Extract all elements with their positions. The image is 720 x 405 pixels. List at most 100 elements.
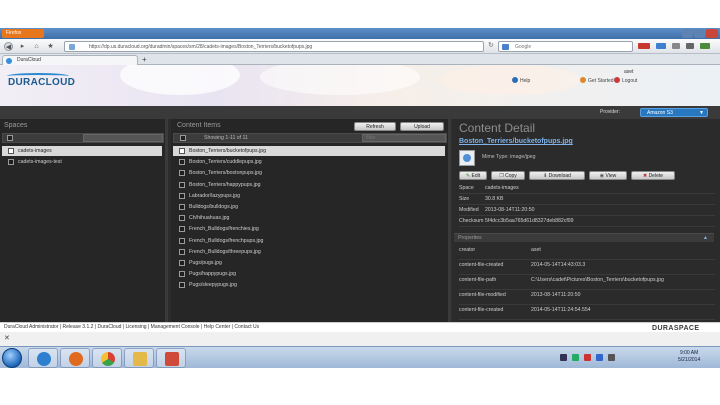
space-item[interactable]: cadets-images-test bbox=[2, 157, 162, 167]
properties-header[interactable]: Properties ▲ bbox=[454, 233, 714, 242]
image-file-icon bbox=[459, 150, 475, 166]
content-item[interactable]: Pugs/happypugs.jpg bbox=[173, 269, 445, 279]
tab-duracloud[interactable]: DuraCloud bbox=[2, 55, 138, 65]
properties-list: creator aset content-file-created 2014-05-1… bbox=[454, 246, 720, 322]
content-items-title: Content Items bbox=[177, 122, 221, 129]
provider-select[interactable]: Amazon S3 ▼ bbox=[640, 108, 708, 117]
clock-time: 9:00 AM bbox=[679, 350, 699, 356]
content-item[interactable]: Pugs/sleepypugs.jpg bbox=[173, 280, 445, 290]
close-addon-bar-icon[interactable]: ✕ bbox=[4, 334, 10, 342]
content-item-checkbox[interactable] bbox=[179, 181, 185, 188]
space-item-checkbox[interactable] bbox=[8, 148, 14, 154]
bookmark-icon[interactable]: ★ bbox=[46, 42, 55, 51]
app-icon bbox=[165, 352, 179, 366]
property-row-label: content-file-created bbox=[459, 262, 504, 268]
help-link[interactable]: Help bbox=[520, 78, 530, 84]
upload-button[interactable]: Upload bbox=[400, 122, 444, 131]
reload-icon[interactable]: ↻ bbox=[488, 41, 494, 49]
content-item[interactable]: Boston_Terriers/bucketofpups.jpg bbox=[173, 146, 445, 156]
content-item-checkbox[interactable] bbox=[179, 159, 185, 166]
content-item-checkbox[interactable] bbox=[179, 148, 185, 154]
forward-icon[interactable]: ▸ bbox=[18, 42, 27, 51]
volume-icon[interactable] bbox=[608, 354, 615, 361]
maximize-icon[interactable] bbox=[694, 29, 705, 38]
minimize-icon[interactable] bbox=[682, 29, 693, 38]
content-item[interactable]: Pugs/pugs.jpg bbox=[173, 258, 445, 268]
content-item-checkbox[interactable] bbox=[179, 260, 185, 266]
content-item[interactable]: Boston_Terriers/happypups.jpg bbox=[173, 180, 445, 190]
home-page-icon[interactable] bbox=[686, 43, 694, 49]
download-button[interactable]: ⬇ Download bbox=[529, 171, 585, 180]
content-item-checkbox[interactable] bbox=[179, 248, 185, 255]
copy-button[interactable]: ❐ Copy bbox=[491, 171, 525, 180]
close-window-icon[interactable] bbox=[706, 29, 718, 38]
detail-field-value: 5f4dcc3b5aa765d61d8327deb882cf99 bbox=[485, 218, 574, 224]
content-item-label: French_Bulldogs/frenchpups.jpg bbox=[189, 237, 264, 244]
edit-button[interactable]: ✎ Edit bbox=[459, 171, 487, 180]
taskbar-app[interactable] bbox=[156, 348, 186, 368]
taskbar-clock[interactable]: 9:00 AM 5/21/2014 bbox=[678, 350, 700, 364]
menu-icon[interactable] bbox=[700, 43, 710, 49]
network-icon[interactable] bbox=[596, 354, 603, 361]
content-item-checkbox[interactable] bbox=[179, 226, 185, 233]
content-item-checkbox[interactable] bbox=[179, 204, 185, 210]
cloud-decoration bbox=[440, 65, 580, 95]
content-item[interactable]: Labrador/lazypups.jpg bbox=[173, 191, 445, 201]
downloads-icon[interactable] bbox=[672, 43, 680, 49]
new-tab-button[interactable]: + bbox=[142, 55, 147, 64]
content-item-checkbox[interactable] bbox=[179, 192, 185, 199]
content-item[interactable]: Bulldogs/bulldogs.jpg bbox=[173, 202, 445, 212]
view-button[interactable]: ◉ View bbox=[589, 171, 627, 180]
taskbar-firefox[interactable] bbox=[60, 348, 90, 368]
firefox-menu-button[interactable]: Firefox bbox=[2, 29, 44, 38]
content-item-label: Labrador/lazypups.jpg bbox=[189, 192, 241, 199]
logout-link[interactable]: Logout bbox=[622, 78, 637, 84]
get-started-link[interactable]: Get Started bbox=[588, 78, 614, 84]
content-item-checkbox[interactable] bbox=[179, 237, 185, 244]
space-item[interactable]: cadets-images bbox=[2, 146, 162, 156]
content-file-link[interactable]: Boston_Terriers/bucketofpups.jpg bbox=[459, 138, 573, 145]
start-button[interactable] bbox=[2, 348, 22, 368]
search-box[interactable]: Google bbox=[498, 41, 633, 52]
content-item[interactable]: French_Bulldogs/frenchies.jpg bbox=[173, 224, 445, 234]
detail-fields: Space cadets-images Size 30.8 KB Modified 201… bbox=[454, 184, 720, 228]
content-item-checkbox[interactable] bbox=[179, 282, 185, 289]
content-item[interactable]: Boston_Terriers/bostonpups.jpg bbox=[173, 168, 445, 178]
addon-icon[interactable] bbox=[638, 43, 650, 49]
collapse-icon[interactable]: ▲ bbox=[703, 234, 708, 243]
tray-icon[interactable] bbox=[572, 354, 579, 361]
select-all-items-checkbox[interactable] bbox=[180, 135, 186, 141]
get-started-icon bbox=[580, 77, 586, 83]
tray-icon[interactable] bbox=[560, 354, 567, 361]
tray-icon[interactable] bbox=[584, 354, 591, 361]
main-panels: Spaces cadets-images cadets-images-test C… bbox=[0, 119, 720, 322]
content-item-label: Pugs/happypugs.jpg bbox=[189, 271, 237, 278]
site-identity-icon[interactable] bbox=[69, 44, 75, 50]
delete-button[interactable]: ✖ Delete bbox=[631, 171, 675, 180]
back-icon[interactable]: ◀ bbox=[4, 42, 13, 51]
content-item-checkbox[interactable] bbox=[179, 170, 185, 177]
taskbar-ie[interactable] bbox=[28, 348, 58, 368]
content-items-list: Boston_Terriers/bucketofpups.jpg Boston_T… bbox=[171, 146, 448, 316]
view-icon: ◉ bbox=[599, 173, 605, 179]
taskbar-chrome[interactable] bbox=[92, 348, 122, 368]
content-item-checkbox[interactable] bbox=[179, 271, 185, 278]
content-filter-input[interactable] bbox=[362, 134, 446, 142]
select-all-spaces-checkbox[interactable] bbox=[7, 135, 13, 141]
google-icon[interactable] bbox=[502, 44, 509, 50]
taskbar-explorer[interactable] bbox=[124, 348, 154, 368]
content-item[interactable]: French_Bulldogs/threepups.jpg bbox=[173, 247, 445, 257]
refresh-button[interactable]: Refresh bbox=[354, 122, 396, 131]
spaces-filter-input[interactable] bbox=[83, 134, 163, 142]
content-item[interactable]: Boston_Terriers/cuddlepups.jpg bbox=[173, 157, 445, 167]
space-item-checkbox[interactable] bbox=[8, 159, 14, 166]
home-icon[interactable]: ⌂ bbox=[32, 42, 41, 51]
address-bar[interactable]: https://dp.us.duracloud.org/duradmin/spa… bbox=[64, 41, 484, 52]
title-bar: Firefox bbox=[0, 28, 720, 39]
content-item[interactable]: Ch/hihuahuas.jpg bbox=[173, 213, 445, 223]
content-item[interactable]: French_Bulldogs/frenchpups.jpg bbox=[173, 236, 445, 246]
letterbox-bottom bbox=[0, 368, 720, 405]
content-detail-title: Content Detail bbox=[459, 121, 536, 135]
content-item-checkbox[interactable] bbox=[179, 215, 185, 222]
bookmarks-menu-icon[interactable] bbox=[656, 43, 666, 49]
